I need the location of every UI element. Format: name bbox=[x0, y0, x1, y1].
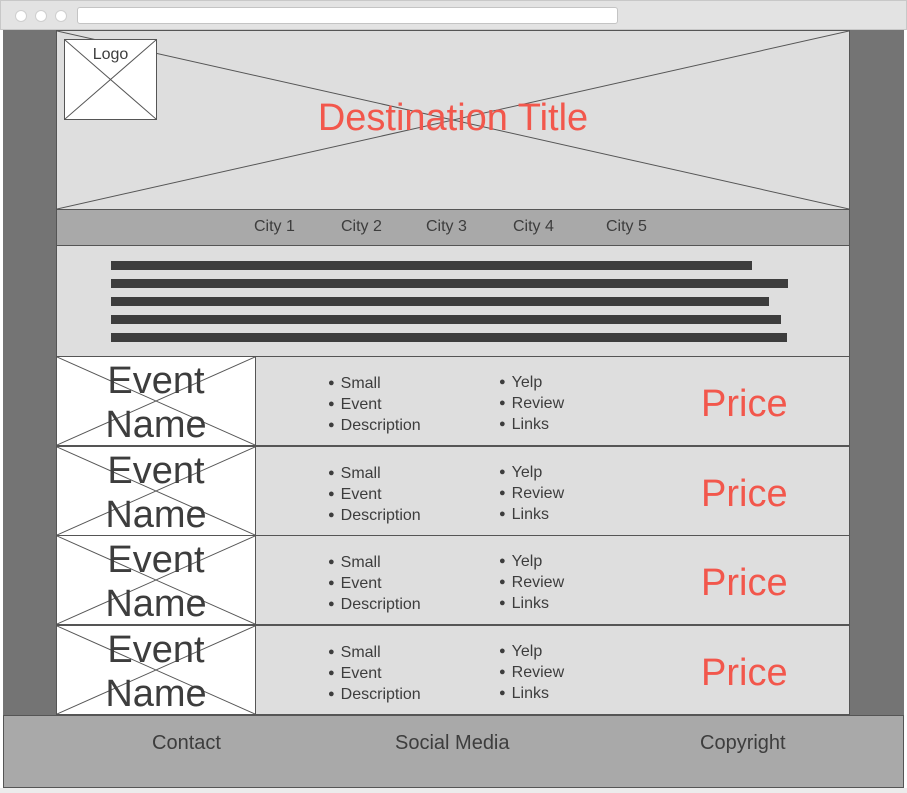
event-image-placeholder[interactable]: Event Name bbox=[57, 626, 256, 715]
text-placeholder-line bbox=[111, 333, 787, 342]
yelp-link[interactable]: Yelp bbox=[499, 642, 564, 663]
list-item: Description bbox=[328, 416, 421, 437]
footer-contact-link[interactable]: Contact bbox=[152, 732, 221, 755]
text-placeholder-line bbox=[111, 261, 752, 270]
list-item: Small bbox=[328, 374, 421, 395]
list-item: Event bbox=[328, 574, 421, 595]
event-name: Event Name bbox=[105, 539, 207, 625]
text-placeholder-line bbox=[111, 297, 769, 306]
list-item: Description bbox=[328, 506, 421, 527]
city-nav: City 1 City 2 City 3 City 4 City 5 bbox=[56, 209, 850, 246]
list-item: Event bbox=[328, 485, 421, 506]
list-item: Description bbox=[328, 595, 421, 616]
event-name: Event Name bbox=[105, 629, 207, 715]
links-link[interactable]: Links bbox=[499, 684, 564, 705]
review-link[interactable]: Review bbox=[499, 663, 564, 684]
event-image-placeholder[interactable]: Event Name bbox=[57, 447, 256, 536]
text-placeholder-line bbox=[111, 315, 781, 324]
yelp-link[interactable]: Yelp bbox=[499, 463, 564, 484]
logo-label: Logo bbox=[92, 46, 129, 63]
footer-copyright: Copyright bbox=[700, 732, 786, 754]
window-minimize-dot[interactable] bbox=[35, 10, 47, 22]
list-item: Small bbox=[328, 553, 421, 574]
event-row[interactable]: Event Name Small Event Description Yelp … bbox=[56, 446, 850, 536]
browser-chrome bbox=[0, 0, 907, 30]
links-link[interactable]: Links bbox=[499, 415, 564, 436]
event-description-list: Small Event Description bbox=[328, 553, 421, 616]
event-row[interactable]: Event Name Small Event Description Yelp … bbox=[56, 625, 850, 715]
event-links-list: Yelp Review Links bbox=[499, 373, 564, 436]
destination-title: Destination Title bbox=[317, 97, 589, 139]
nav-item-city-3[interactable]: City 3 bbox=[426, 218, 467, 236]
text-placeholder-line bbox=[111, 279, 788, 288]
footer-social-media-link[interactable]: Social Media bbox=[395, 732, 510, 755]
event-price: Price bbox=[701, 562, 788, 604]
event-links-list: Yelp Review Links bbox=[499, 463, 564, 526]
window-maximize-dot[interactable] bbox=[55, 10, 67, 22]
event-row[interactable]: Event Name Small Event Description Yelp … bbox=[56, 535, 850, 625]
event-description-list: Small Event Description bbox=[328, 643, 421, 706]
yelp-link[interactable]: Yelp bbox=[499, 373, 564, 394]
event-price: Price bbox=[701, 383, 788, 425]
review-link[interactable]: Review bbox=[499, 484, 564, 505]
review-link[interactable]: Review bbox=[499, 394, 564, 415]
nav-item-city-1[interactable]: City 1 bbox=[254, 218, 295, 236]
footer: Contact Social Media Copyright bbox=[3, 715, 904, 788]
list-item: Small bbox=[328, 643, 421, 664]
list-item: Event bbox=[328, 395, 421, 416]
yelp-link[interactable]: Yelp bbox=[499, 552, 564, 573]
list-item: Description bbox=[328, 685, 421, 706]
event-image-placeholder[interactable]: Event Name bbox=[57, 536, 256, 625]
links-link[interactable]: Links bbox=[499, 505, 564, 526]
list-item: Event bbox=[328, 664, 421, 685]
event-price: Price bbox=[701, 652, 788, 694]
event-row[interactable]: Event Name Small Event Description Yelp … bbox=[56, 356, 850, 446]
event-price: Price bbox=[701, 473, 788, 515]
nav-item-city-2[interactable]: City 2 bbox=[341, 218, 382, 236]
links-link[interactable]: Links bbox=[499, 594, 564, 615]
review-link[interactable]: Review bbox=[499, 573, 564, 594]
event-description-list: Small Event Description bbox=[328, 464, 421, 527]
event-image-placeholder[interactable]: Event Name bbox=[57, 357, 256, 446]
event-name: Event Name bbox=[105, 450, 207, 536]
event-links-list: Yelp Review Links bbox=[499, 552, 564, 615]
window-bottom-edge bbox=[0, 788, 907, 793]
event-links-list: Yelp Review Links bbox=[499, 642, 564, 705]
window-close-dot[interactable] bbox=[15, 10, 27, 22]
nav-item-city-4[interactable]: City 4 bbox=[513, 218, 554, 236]
event-description-list: Small Event Description bbox=[328, 374, 421, 437]
list-item: Small bbox=[328, 464, 421, 485]
address-bar[interactable] bbox=[77, 7, 618, 24]
intro-text-block bbox=[56, 245, 850, 357]
event-name: Event Name bbox=[105, 360, 207, 446]
nav-item-city-5[interactable]: City 5 bbox=[606, 218, 647, 236]
